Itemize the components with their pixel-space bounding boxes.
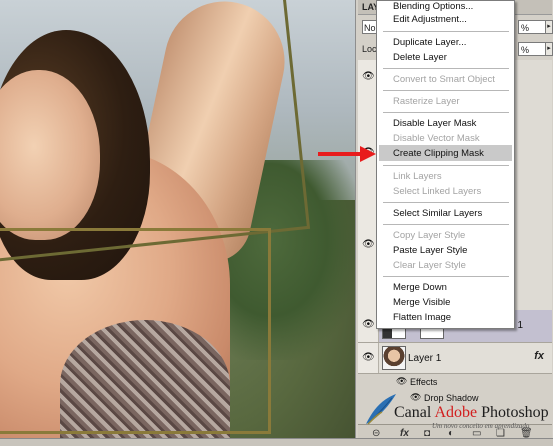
watermark-prefix: Canal: [394, 404, 435, 421]
menu-item-rasterize-layer: Rasterize Layer: [393, 96, 460, 107]
menu-item-create-clipping-mask[interactable]: Create Clipping Mask: [393, 147, 484, 161]
menu-item-edit-adjustment[interactable]: Edit Adjustment...: [393, 13, 467, 27]
opacity-dropdown-arrow[interactable]: ▸: [545, 20, 553, 34]
watermark-subtitle: Um novo conceito em aprendizado: [432, 422, 530, 430]
effects-label: Effects: [410, 377, 438, 387]
fill-dropdown-arrow[interactable]: ▸: [545, 42, 553, 56]
menu-item-flatten-image[interactable]: Flatten Image: [393, 311, 451, 325]
fill-input[interactable]: %: [518, 42, 546, 56]
layer-thumbnail: [382, 346, 406, 370]
fx-icon[interactable]: fx: [534, 350, 544, 362]
eye-icon[interactable]: 👁: [362, 72, 376, 82]
menu-item-delete-layer[interactable]: Delete Layer: [393, 51, 447, 65]
watermark-title: Canal Adobe Photoshop: [394, 404, 549, 422]
eye-icon[interactable]: 👁: [362, 320, 376, 330]
menu-item-link-layers: Link Layers: [393, 171, 442, 182]
menu-separator: [383, 31, 509, 32]
menu-separator: [383, 112, 509, 113]
menu-item-select-linked-layers: Select Linked Layers: [393, 186, 482, 197]
watermark: Canal Adobe Photoshop Um novo conceito e…: [362, 392, 553, 432]
eye-icon[interactable]: 👁: [362, 353, 376, 363]
menu-item-duplicate-layer[interactable]: Duplicate Layer...: [393, 36, 466, 50]
menu-item-merge-visible[interactable]: Merge Visible: [393, 296, 450, 310]
menu-separator: [383, 68, 509, 69]
opacity-input[interactable]: %: [518, 20, 546, 34]
menu-separator: [383, 90, 509, 91]
menu-separator: [383, 165, 509, 166]
watermark-accent: Adobe: [434, 404, 478, 421]
menu-item-select-similar-layers[interactable]: Select Similar Layers: [393, 207, 482, 221]
menu-item-clear-layer-style: Clear Layer Style: [393, 260, 466, 271]
red-arrow-icon: [318, 152, 362, 156]
menu-item-blending-options[interactable]: Blending Options...: [393, 0, 473, 14]
transform-frame-lower: [0, 228, 271, 434]
menu-item-disable-layer-mask[interactable]: Disable Layer Mask: [393, 117, 476, 131]
menu-separator: [383, 276, 509, 277]
transform-frame-upper: [0, 0, 311, 262]
menu-item-paste-layer-style[interactable]: Paste Layer Style: [393, 244, 467, 258]
menu-item-disable-vector-mask: Disable Vector Mask: [393, 133, 480, 144]
watermark-suffix: Photoshop: [477, 404, 549, 421]
red-arrow-head-icon: [360, 146, 376, 162]
menu-separator: [383, 224, 509, 225]
layer-row-layer-1[interactable]: 👁 Layer 1 fx: [358, 343, 552, 374]
effects-row[interactable]: 👁 Effects: [358, 374, 552, 390]
menu-separator: [383, 202, 509, 203]
layer-name: Layer 1: [408, 353, 442, 364]
eye-icon[interactable]: 👁: [396, 376, 407, 387]
eye-icon[interactable]: 👁: [362, 240, 376, 250]
menu-item-copy-layer-style: Copy Layer Style: [393, 230, 466, 241]
image-canvas[interactable]: [0, 0, 355, 445]
menu-item-convert-to-smart-object: Convert to Smart Object: [393, 74, 495, 85]
menu-item-merge-down[interactable]: Merge Down: [393, 281, 447, 295]
layer-context-menu: Blending Options... Edit Adjustment... D…: [376, 0, 515, 329]
